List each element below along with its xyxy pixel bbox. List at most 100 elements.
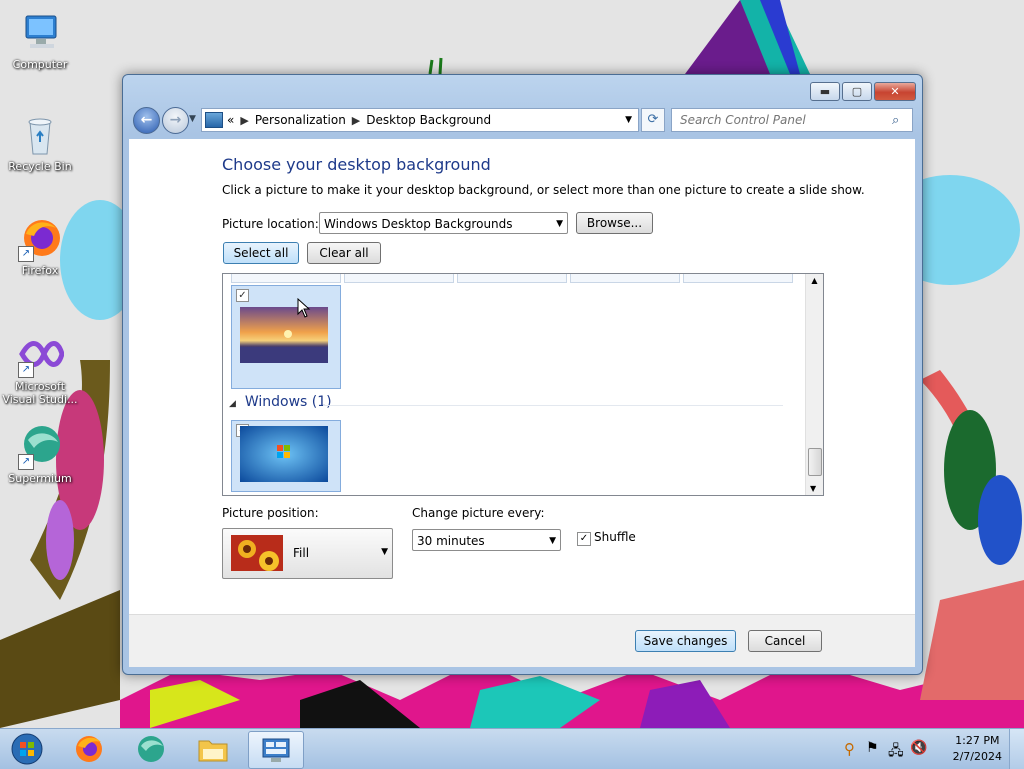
group-title: Windows (1) (244, 394, 332, 410)
group-divider (323, 405, 783, 406)
shortcut-arrow-icon: ↗ (18, 362, 34, 378)
picture-location-value: Windows Desktop Backgrounds (324, 217, 513, 231)
clock[interactable]: 1:27 PM 2/7/2024 (953, 733, 1002, 765)
address-bar[interactable]: « ▶ Personalization ▶ Desktop Background… (201, 108, 639, 132)
wallpaper-checkbox[interactable]: ✓ (236, 289, 249, 302)
clear-all-button[interactable]: Clear all (307, 242, 381, 264)
breadcrumb-desktop-background[interactable]: Desktop Background (366, 113, 491, 127)
start-button[interactable] (2, 731, 52, 767)
navigation-bar: ← → ▼ « ▶ Personalization ▶ Desktop Back… (131, 105, 913, 135)
search-input[interactable] (678, 112, 892, 128)
windows-start-orb-icon (11, 733, 43, 765)
scroll-down-icon[interactable]: ▼ (810, 484, 816, 493)
taskbar-firefox[interactable] (62, 731, 116, 767)
firefox-icon (76, 736, 102, 762)
select-all-button[interactable]: Select all (223, 242, 299, 264)
picture-position-label: Picture position: (222, 506, 319, 520)
scroll-up-icon[interactable]: ▲ (806, 276, 823, 285)
show-desktop-button[interactable] (1009, 729, 1024, 769)
wallpaper-tile-windows[interactable]: ✓ (231, 420, 341, 492)
tile-edge (570, 274, 680, 283)
gallery-scrollbar[interactable]: ▲ ▼ (805, 274, 823, 495)
change-picture-label: Change picture every: (412, 506, 545, 520)
desktop-icon-label: Firefox (21, 264, 59, 277)
taskbar: ⚲ ⚑ 🖧 🔇 1:27 PM 2/7/2024 (0, 728, 1024, 769)
clock-time: 1:27 PM (955, 734, 1000, 747)
folder-icon (198, 740, 228, 762)
address-dropdown-icon[interactable]: ▼ (625, 115, 632, 125)
shortcut-arrow-icon: ↗ (18, 454, 34, 470)
cancel-button[interactable]: Cancel (748, 630, 822, 652)
desktop-icon-firefox[interactable]: ↗ Firefox (0, 214, 80, 277)
recycle-bin-icon (16, 110, 64, 158)
search-box[interactable]: ⌕ (671, 108, 913, 132)
chevron-down-icon: ▼ (549, 536, 556, 546)
content-pane: Choose your desktop background Click a p… (129, 139, 915, 614)
computer-icon (16, 8, 64, 56)
refresh-button[interactable]: ⟳ (641, 108, 665, 132)
flower-thumbnail (231, 535, 283, 571)
picture-position-value: Fill (293, 546, 310, 560)
control-panel-icon (262, 738, 290, 762)
tile-edge (344, 274, 454, 283)
recent-pages-dropdown-icon[interactable]: ▼ (189, 114, 196, 124)
tile-edge (683, 274, 793, 283)
taskbar-control-panel[interactable] (248, 731, 304, 769)
volume-muted-icon[interactable]: 🔇 (910, 740, 927, 756)
breadcrumb-personalization[interactable]: Personalization (255, 113, 346, 127)
firefox-icon: ↗ (16, 214, 64, 262)
maximize-button[interactable]: ▢ (842, 82, 872, 101)
shortcut-arrow-icon: ↗ (18, 246, 34, 262)
notification-area: ⚲ ⚑ 🖧 🔇 1:27 PM 2/7/2024 (834, 729, 1024, 769)
change-picture-interval-dropdown[interactable]: 30 minutes ▼ (412, 529, 561, 551)
browse-button[interactable]: Browse... (576, 212, 653, 234)
back-button[interactable]: ← (133, 107, 160, 134)
page-title: Choose your desktop background (222, 155, 491, 174)
breadcrumb-overflow[interactable]: « (227, 113, 234, 127)
desktop-icon-visual-studio[interactable]: ↗ Microsoft Visual Studi... (0, 330, 80, 406)
dialog-footer: Save changes Cancel (129, 614, 915, 667)
picture-position-dropdown[interactable]: Fill ▼ (222, 528, 393, 579)
shuffle-checkbox[interactable]: ✓ (577, 532, 591, 546)
wallpaper-tile-sunset[interactable]: ✓ (231, 285, 341, 389)
desktop-icon-computer[interactable]: Computer (0, 8, 80, 71)
forward-button[interactable]: → (162, 107, 189, 134)
network-icon[interactable]: 🖧 (888, 740, 904, 764)
action-center-flag-icon[interactable]: ⚑ (866, 740, 879, 756)
page-description: Click a picture to make it your desktop … (222, 183, 865, 197)
save-changes-button[interactable]: Save changes (635, 630, 736, 652)
tile-edge (457, 274, 567, 283)
mouse-cursor-icon (297, 298, 311, 318)
desktop-icon-label: Recycle Bin (8, 160, 72, 173)
desktop-icon-label: Supermium (8, 472, 72, 485)
desktop-icon-label: Computer (12, 58, 68, 71)
minimize-button[interactable]: ▬ (810, 82, 840, 101)
taskbar-file-explorer[interactable] (186, 731, 240, 767)
visual-studio-icon: ↗ (16, 330, 65, 378)
collapse-triangle-icon[interactable]: ◢ (229, 399, 236, 409)
close-button[interactable]: ✕ (874, 82, 916, 101)
wallpaper-gallery: ✓ ◢ Windows (1) ✓ (222, 273, 824, 496)
desktop-icon-recycle-bin[interactable]: Recycle Bin (0, 110, 80, 173)
search-icon[interactable]: ⌕ (892, 113, 899, 128)
desktop-icon-supermium[interactable]: ↗ Supermium (0, 422, 80, 485)
group-header-windows[interactable]: ◢ Windows (1) (229, 394, 332, 410)
breadcrumb-separator-icon[interactable]: ▶ (352, 114, 360, 127)
sunset-lake-thumbnail (240, 307, 328, 363)
clock-date: 2/7/2024 (952, 750, 1002, 763)
picture-location-label: Picture location: (222, 217, 319, 231)
search-icon[interactable]: ⚲ (844, 740, 855, 758)
taskbar-supermium[interactable] (124, 731, 178, 767)
chevron-down-icon: ▼ (381, 547, 388, 557)
windows-7-thumbnail (240, 426, 328, 482)
picture-location-dropdown[interactable]: Windows Desktop Backgrounds ▼ (319, 212, 568, 234)
shuffle-label[interactable]: Shuffle (594, 530, 636, 544)
desktop-icon-label: Microsoft Visual Studi... (2, 380, 78, 406)
scrollbar-thumb[interactable] (808, 448, 822, 476)
supermium-icon: ↗ (16, 422, 64, 470)
breadcrumb-separator-icon[interactable]: ▶ (240, 114, 248, 127)
chevron-down-icon: ▼ (556, 219, 563, 229)
supermium-icon (138, 736, 164, 762)
tile-edge (231, 274, 341, 283)
change-picture-value: 30 minutes (417, 534, 485, 548)
